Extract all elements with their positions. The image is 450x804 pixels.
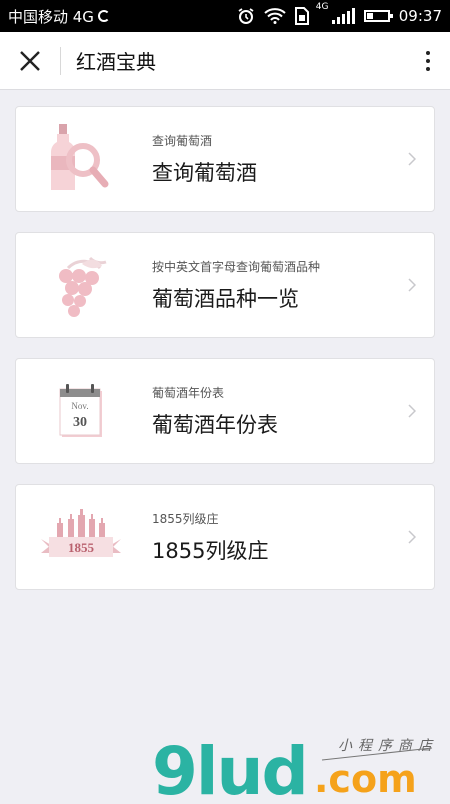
card-text: 葡萄酒年份表 葡萄酒年份表 (152, 384, 278, 439)
menu-list: 查询葡萄酒 查询葡萄酒 按中英文首字母查询葡萄酒品种 葡萄酒品种一览 Nov. … (15, 106, 435, 610)
watermark-domain: .com (314, 757, 417, 800)
card-title: 查询葡萄酒 (152, 160, 257, 185)
status-right: 4G 09:37 (237, 2, 442, 25)
card-text: 查询葡萄酒 查询葡萄酒 (152, 132, 257, 187)
nav-divider (60, 46, 61, 75)
page-title: 红酒宝典 (76, 50, 156, 74)
sync-icon (97, 10, 110, 22)
grape-icon (16, 233, 146, 337)
more-vertical-icon (426, 50, 430, 71)
calendar-day: 30 (73, 415, 87, 430)
carrier-label: 中国移动 4G (8, 7, 94, 26)
nav-bar: 红酒宝典 (0, 32, 450, 90)
card-subtitle: 查询葡萄酒 (152, 133, 213, 148)
card-vintage-chart[interactable]: Nov. 30 葡萄酒年份表 葡萄酒年份表 (15, 358, 435, 464)
calendar-month: Nov. (71, 401, 88, 411)
card-subtitle: 葡萄酒年份表 (152, 385, 225, 400)
card-text: 按中英文首字母查询葡萄酒品种 葡萄酒品种一览 (152, 258, 320, 313)
signal-icon (331, 8, 355, 24)
more-button[interactable] (406, 32, 450, 90)
clock-time: 09:37 (398, 7, 442, 25)
chevron-right-icon (408, 404, 416, 418)
network-type-label: 4G (315, 2, 329, 12)
banner-year: 1855 (68, 540, 95, 555)
card-search-wine[interactable]: 查询葡萄酒 查询葡萄酒 (15, 106, 435, 212)
bottles-banner-icon: 1855 (16, 485, 146, 589)
status-left: 中国移动 4G (8, 6, 110, 27)
watermark-brand: 9lud (152, 733, 307, 800)
card-title: 葡萄酒年份表 (152, 412, 278, 437)
chevron-right-icon (408, 530, 416, 544)
chevron-right-icon (408, 278, 416, 292)
card-title: 葡萄酒品种一览 (152, 286, 299, 311)
sim-card-icon (294, 7, 309, 25)
status-bar: 中国移动 4G 4G 09:37 (0, 0, 450, 32)
watermark-slogan: 小程序商店 (338, 738, 438, 754)
watermark: 9lud .com 小程序商店 (150, 728, 450, 804)
close-button[interactable] (0, 32, 60, 90)
alarm-icon (238, 8, 254, 24)
wifi-icon (264, 8, 286, 24)
close-icon (20, 50, 40, 71)
card-grape-varieties[interactable]: 按中英文首字母查询葡萄酒品种 葡萄酒品种一览 (15, 232, 435, 338)
calendar-icon: Nov. 30 (16, 359, 146, 463)
card-subtitle: 按中英文首字母查询葡萄酒品种 (152, 259, 321, 274)
signal-group: 4G (316, 2, 355, 24)
chevron-right-icon (408, 152, 416, 166)
battery-icon (363, 10, 393, 22)
card-subtitle: 1855列级庄 (152, 511, 219, 526)
card-text: 1855列级庄 1855列级庄 (152, 510, 268, 565)
wine-search-icon (16, 107, 146, 211)
card-title: 1855列级庄 (152, 538, 269, 563)
card-1855-classification[interactable]: 1855 1855列级庄 1855列级庄 (15, 484, 435, 590)
